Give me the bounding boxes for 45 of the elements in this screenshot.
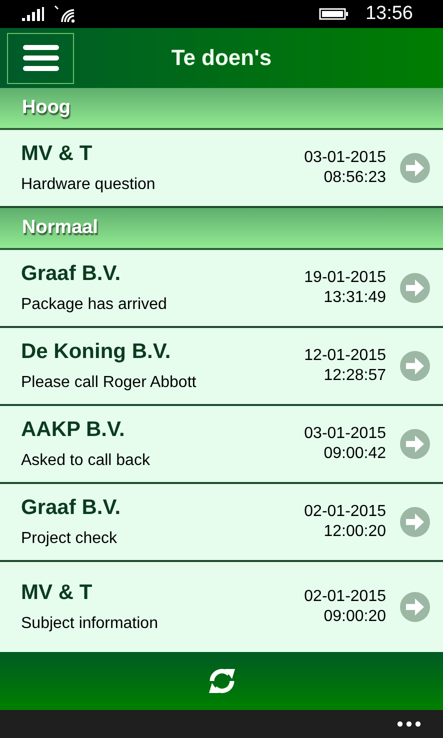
- todo-item[interactable]: Graaf B.V. Project check 02-01-2015 12:00:20: [0, 484, 443, 562]
- item-subject: Project check: [21, 530, 118, 548]
- item-date: 02-01-2015: [304, 503, 386, 521]
- item-name: De Koning B.V.: [21, 340, 172, 364]
- arrow-circle-icon: [400, 507, 430, 537]
- todo-item[interactable]: AAKP B.V. Asked to call back 03-01-2015 09:00:42: [0, 406, 443, 484]
- todo-item[interactable]: Graaf B.V. Package has arrived 19-01-2015 13:31:49: [0, 250, 443, 328]
- item-date: 02-01-2015: [304, 588, 386, 606]
- menu-icon: [22, 45, 58, 71]
- wifi-icon: [54, 5, 76, 23]
- item-subject: Please call Roger Abbott: [21, 374, 198, 392]
- todo-item[interactable]: De Koning B.V. Please call Roger Abbott 12-01-2015 12:28:57: [0, 328, 443, 406]
- item-name: Graaf B.V.: [21, 262, 122, 286]
- menu-button[interactable]: [7, 32, 74, 84]
- item-name: AAKP B.V.: [21, 418, 126, 442]
- item-date: 19-01-2015: [304, 269, 386, 287]
- item-time: 09:00:42: [324, 445, 386, 463]
- arrow-circle-icon: [400, 429, 430, 459]
- section-header: Hoog: [0, 88, 443, 130]
- arrow-circle-icon: [400, 351, 430, 381]
- item-date: 03-01-2015: [304, 149, 386, 167]
- item-time: 12:28:57: [324, 367, 386, 385]
- item-time: 09:00:20: [324, 608, 386, 626]
- item-name: Graaf B.V.: [21, 496, 122, 520]
- item-time: 08:56:23: [324, 169, 386, 187]
- arrow-circle-icon: [400, 153, 430, 183]
- item-subject: Subject information: [21, 615, 159, 633]
- item-name: MV & T: [21, 142, 94, 166]
- status-time: 13:56: [365, 3, 413, 25]
- section-header: Normaal: [0, 208, 443, 250]
- item-date: 03-01-2015: [304, 425, 386, 443]
- item-date: 12-01-2015: [304, 347, 386, 365]
- more-icon[interactable]: [397, 721, 421, 727]
- battery-icon: [319, 8, 350, 20]
- item-time: 12:00:20: [324, 523, 386, 541]
- signal-icon: [22, 7, 44, 21]
- item-subject: Package has arrived: [21, 296, 168, 314]
- item-name: MV & T: [21, 581, 94, 605]
- todo-item[interactable]: MV & T Subject information 02-01-2015 09:00:20: [0, 562, 443, 652]
- item-subject: Asked to call back: [21, 452, 151, 470]
- item-subject: Hardware question: [21, 176, 156, 194]
- item-time: 13:31:49: [324, 289, 386, 307]
- arrow-circle-icon: [400, 273, 430, 303]
- arrow-circle-icon: [400, 592, 430, 622]
- page-title: Te doen's: [170, 45, 273, 71]
